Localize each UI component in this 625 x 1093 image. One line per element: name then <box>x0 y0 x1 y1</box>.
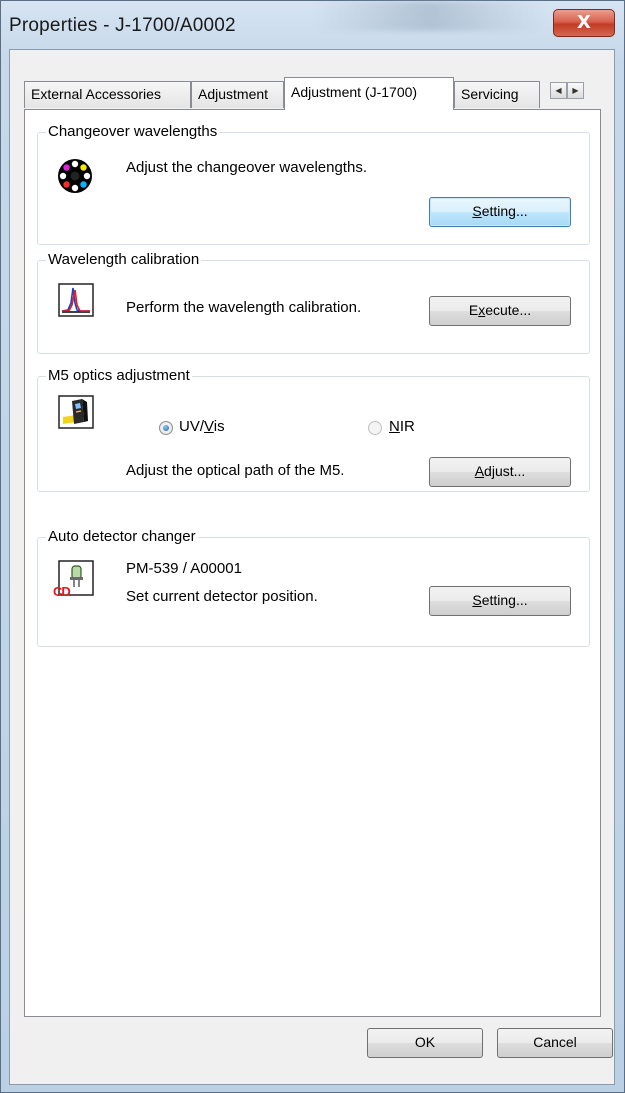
button-accelerator: A <box>474 463 485 479</box>
group-auto-detector-changer: Auto detector changer CD PM-539 / A00001… <box>37 528 590 647</box>
tab-scroll-right-button[interactable]: ▶ <box>567 82 584 99</box>
tab-panel-adjustment-j1700: Changeover wavelengths Adjust the change… <box>24 109 601 1017</box>
tab-adjustment-j1700[interactable]: Adjustment (J-1700) <box>284 77 454 110</box>
button-accelerator: S <box>472 592 482 608</box>
detector-model: PM-539 / A00001 <box>126 560 242 577</box>
properties-window: Properties - J-1700/A0002 X External Acc… <box>0 0 625 1093</box>
button-label-part: E <box>468 302 479 318</box>
group-title: Changeover wavelengths <box>46 123 220 140</box>
color-wheel-icon <box>58 159 92 193</box>
group-changeover-wavelengths: Changeover wavelengths Adjust the change… <box>37 123 590 245</box>
tab-label: Servicing <box>461 86 519 102</box>
tab-label: External Accessories <box>31 86 161 102</box>
radio-label-part: IR <box>399 418 415 435</box>
arrow-left-icon: ◀ <box>555 86 562 95</box>
m5-adjust-button[interactable]: Adjust... <box>429 457 571 487</box>
radio-uvvis[interactable] <box>159 421 173 435</box>
m5-description: Adjust the optical path of the M5. <box>126 462 345 479</box>
close-button[interactable]: X <box>553 9 615 37</box>
group-m5-optics-adjustment: M5 optics adjustment UV/Vis NIR Adjust t… <box>37 367 590 492</box>
ok-button[interactable]: OK <box>367 1028 483 1058</box>
spectrum-peaks-icon <box>58 283 94 317</box>
tab-label: Adjustment <box>198 86 269 102</box>
detector-description: Set current detector position. <box>126 588 318 605</box>
button-label-part: djust... <box>484 463 526 479</box>
group-wavelength-calibration: Wavelength calibration Perform the wavel… <box>37 251 590 354</box>
dialog-client-area: External Accessories Adjustment Adjustme… <box>9 49 615 1085</box>
group-title: M5 optics adjustment <box>46 367 192 384</box>
window-title: Properties - J-1700/A0002 <box>9 15 236 36</box>
button-label-part: etting... <box>481 592 528 608</box>
tab-label: Adjustment (J-1700) <box>291 84 418 100</box>
arrow-right-icon: ▶ <box>572 86 579 95</box>
radio-uvvis-label[interactable]: UV/Vis <box>179 418 225 435</box>
detector-icon-text: CD <box>53 584 71 599</box>
tab-adjustment[interactable]: Adjustment <box>191 81 284 108</box>
group-title: Wavelength calibration <box>46 251 202 268</box>
button-label: Cancel <box>533 1034 577 1050</box>
calibration-description: Perform the wavelength calibration. <box>126 299 362 316</box>
optics-module-icon <box>58 395 94 429</box>
changeover-description: Adjust the changeover wavelengths. <box>126 159 367 176</box>
tab-scroll-left-button[interactable]: ◀ <box>550 82 567 99</box>
radio-accelerator: V <box>204 418 214 435</box>
close-icon: X <box>577 12 591 33</box>
radio-nir[interactable] <box>368 421 382 435</box>
tab-external-accessories[interactable]: External Accessories <box>24 81 191 108</box>
button-label-part: etting... <box>481 203 528 219</box>
button-accelerator: S <box>472 203 482 219</box>
radio-label-part: is <box>213 418 225 435</box>
title-bar[interactable]: Properties - J-1700/A0002 X <box>1 1 624 49</box>
button-label: OK <box>414 1034 436 1050</box>
detector-cd-icon: CD <box>53 560 94 602</box>
calibration-execute-button[interactable]: Execute... <box>429 296 571 326</box>
tab-servicing[interactable]: Servicing <box>454 81 540 108</box>
radio-nir-label[interactable]: NIR <box>389 418 415 435</box>
detector-setting-button[interactable]: Setting... <box>429 586 571 616</box>
group-title: Auto detector changer <box>46 528 198 545</box>
button-label-part: ecute... <box>485 302 532 318</box>
radio-label-part: UV/ <box>179 418 205 435</box>
changeover-setting-button[interactable]: Setting... <box>429 197 571 227</box>
radio-accelerator: N <box>389 418 400 435</box>
title-bar-background-blur <box>315 1 545 31</box>
cancel-button[interactable]: Cancel <box>497 1028 613 1058</box>
